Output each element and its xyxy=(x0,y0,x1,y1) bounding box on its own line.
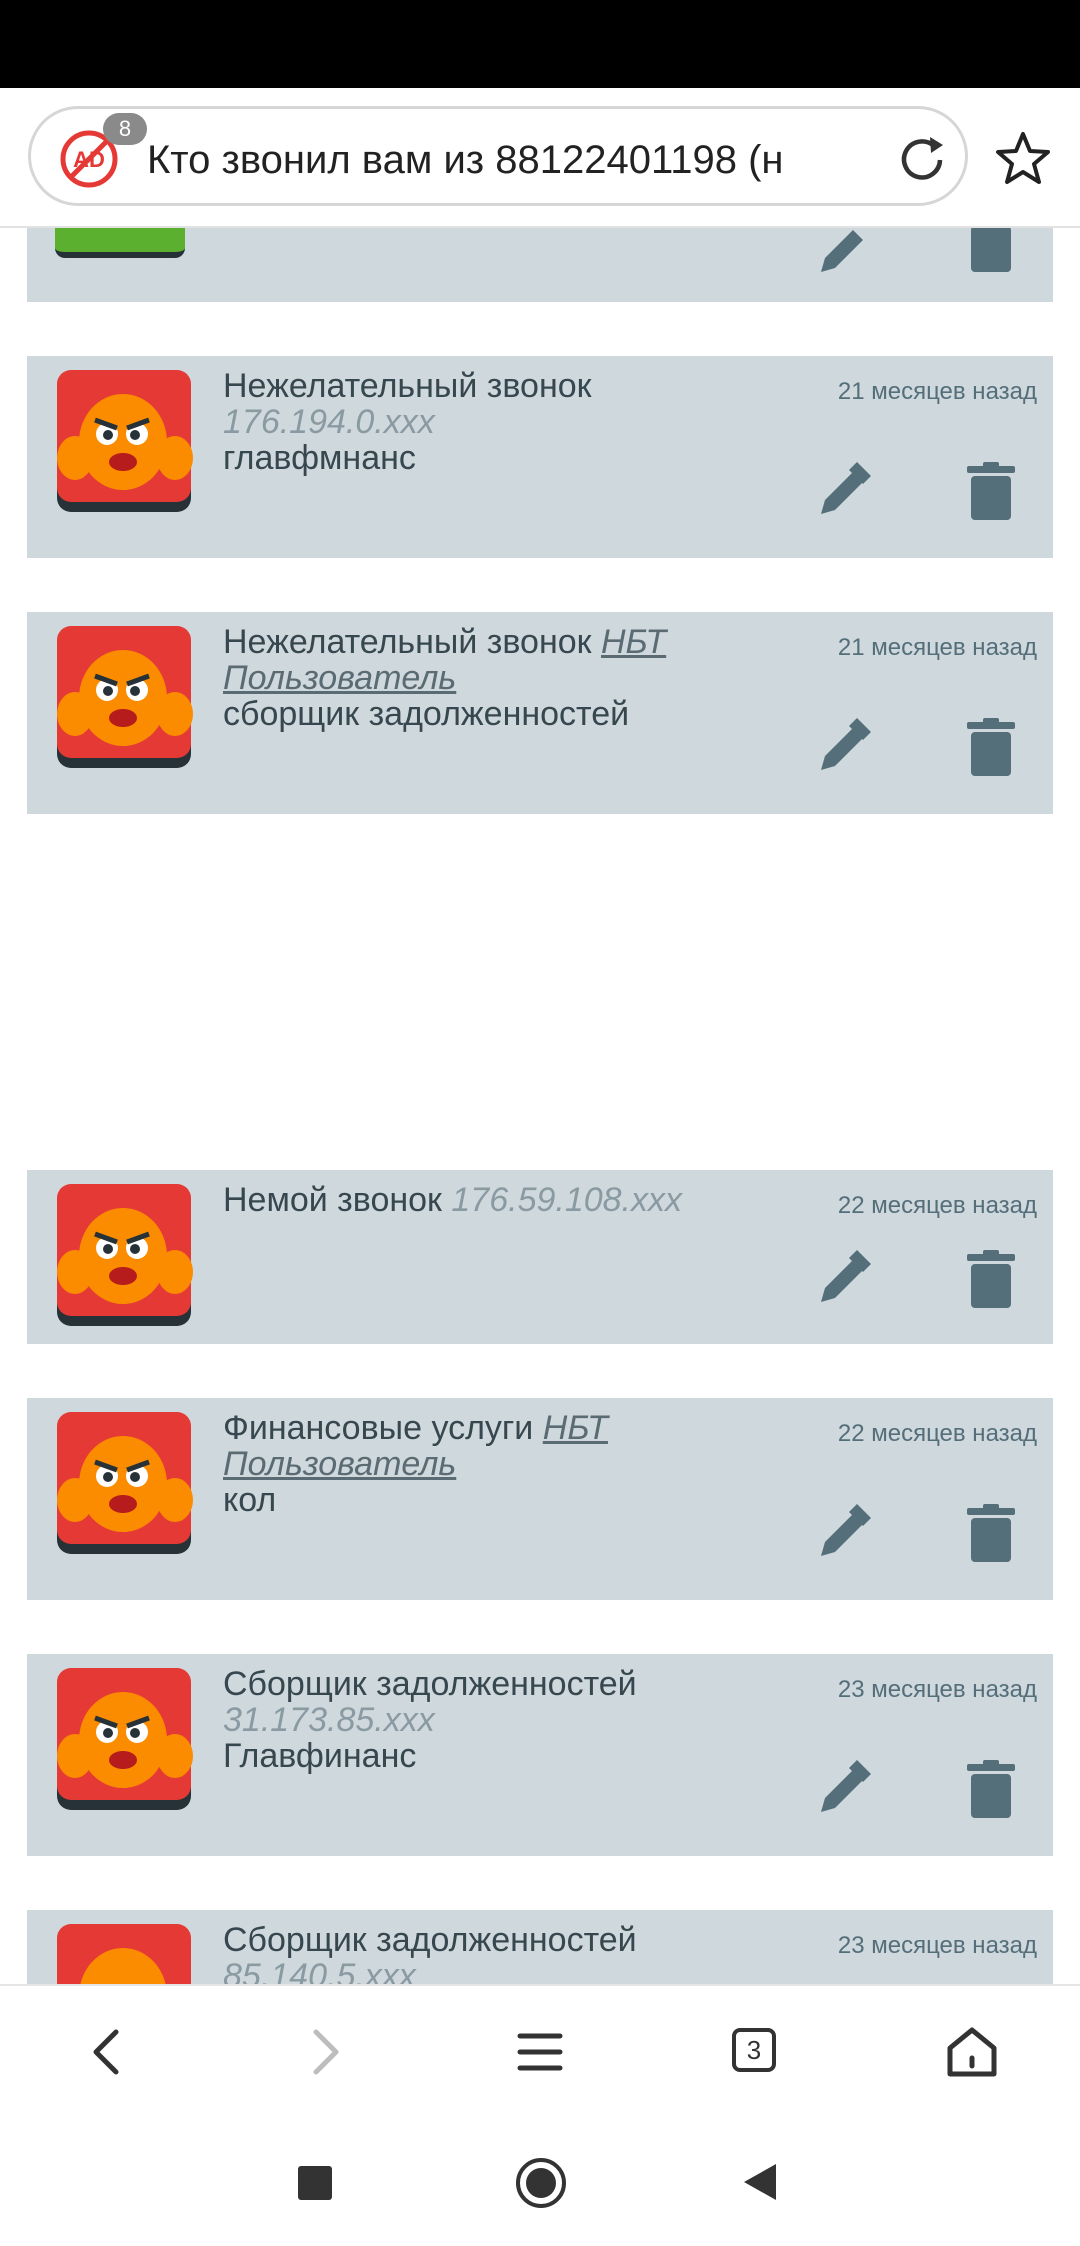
avatar-green-partial xyxy=(55,226,185,258)
edit-icon[interactable] xyxy=(813,462,873,522)
review-title: Нежелательный звонок xyxy=(223,367,592,405)
edit-icon[interactable] xyxy=(813,1250,873,1310)
forward-icon[interactable] xyxy=(294,2022,354,2082)
review-time: 22 месяцев назад xyxy=(837,1420,1037,1447)
review-comment: кол xyxy=(223,1481,277,1519)
review-card: Нежелательный звонок 176.194.0.xxx главф… xyxy=(27,356,1053,558)
system-back-icon[interactable] xyxy=(740,2162,780,2202)
adblock-count-badge: 8 xyxy=(103,113,147,145)
review-time: 23 месяцев назад xyxy=(837,1676,1037,1703)
review-card: Нежелательный звонок НБТ Пользователь сб… xyxy=(27,612,1053,814)
status-bar xyxy=(0,0,1080,88)
delete-icon[interactable] xyxy=(963,1504,1019,1564)
page-title[interactable]: Кто звонил вам из 88122401198 (н xyxy=(147,135,887,185)
review-time: 22 месяцев назад xyxy=(837,1192,1037,1219)
review-title: Сборщик задолженностей xyxy=(223,1921,637,1959)
review-time: 21 месяцев назад xyxy=(837,634,1037,661)
back-icon[interactable] xyxy=(78,2022,138,2082)
angry-avatar-icon xyxy=(57,370,193,512)
edit-icon[interactable] xyxy=(813,1760,873,1820)
review-card: Финансовые услуги НБТ Пользователь кол 2… xyxy=(27,1398,1053,1600)
home-icon[interactable] xyxy=(942,2022,1002,2082)
edit-icon[interactable] xyxy=(813,1504,873,1564)
review-text: Финансовые услуги НБТ Пользователь кол xyxy=(223,1410,763,1518)
angry-avatar-icon xyxy=(57,1668,193,1810)
delete-icon[interactable] xyxy=(963,462,1019,522)
review-title: Нежелательный звонок xyxy=(223,623,592,661)
review-card: Сборщик задолженностей 31.173.85.xxx Гла… xyxy=(27,1654,1053,1856)
review-time: 23 месяцев назад xyxy=(837,1932,1037,1959)
tabs-count: 3 xyxy=(732,2028,776,2072)
review-text: Нежелательный звонок 176.194.0.xxx главф… xyxy=(223,368,763,476)
reload-icon[interactable] xyxy=(893,131,951,189)
delete-icon[interactable] xyxy=(963,718,1019,778)
review-comment: сборщик задолженностей xyxy=(223,695,630,733)
review-time: 21 месяцев назад xyxy=(837,378,1037,405)
menu-icon[interactable] xyxy=(510,2022,570,2082)
review-text: Немой звонок 176.59.108.xxx xyxy=(223,1182,763,1218)
review-text: Сборщик задолженностей 31.173.85.xxx Гла… xyxy=(223,1666,763,1774)
review-card: Немой звонок 176.59.108.xxx 22 месяцев н… xyxy=(27,1170,1053,1344)
review-title: Немой звонок xyxy=(223,1181,442,1219)
bookmark-star-icon[interactable] xyxy=(993,128,1053,188)
recents-icon[interactable] xyxy=(298,2166,332,2200)
angry-avatar-icon xyxy=(57,1412,193,1554)
edit-icon[interactable] xyxy=(813,718,873,778)
review-card-partial xyxy=(27,226,1053,302)
address-bar[interactable]: AD 8 Кто звонил вам из 88122401198 (н xyxy=(28,106,968,206)
delete-icon[interactable] xyxy=(963,1760,1019,1820)
tabs-button[interactable]: 3 xyxy=(726,2022,786,2082)
review-comment: Главфинанс xyxy=(223,1737,417,1775)
review-text: Нежелательный звонок НБТ Пользователь сб… xyxy=(223,624,763,732)
system-nav-bar xyxy=(0,2116,1080,2246)
review-ip: 176.194.0.xxx xyxy=(223,403,435,441)
browser-toolbar: AD 8 Кто звонил вам из 88122401198 (н xyxy=(0,88,1080,228)
review-comment: главфмнанс xyxy=(223,439,416,477)
review-ip: 31.173.85.xxx xyxy=(223,1701,435,1739)
review-title: Сборщик задолженностей xyxy=(223,1665,637,1703)
home-circle-icon[interactable] xyxy=(514,2156,568,2210)
angry-avatar-icon xyxy=(57,1184,193,1326)
browser-bottom-bar: 3 xyxy=(0,1984,1080,2118)
edit-icon[interactable] xyxy=(813,220,873,280)
review-title: Финансовые услуги xyxy=(223,1409,534,1447)
review-ip: 176.59.108.xxx xyxy=(451,1181,683,1219)
angry-avatar-icon xyxy=(57,626,193,768)
delete-icon[interactable] xyxy=(963,1250,1019,1310)
